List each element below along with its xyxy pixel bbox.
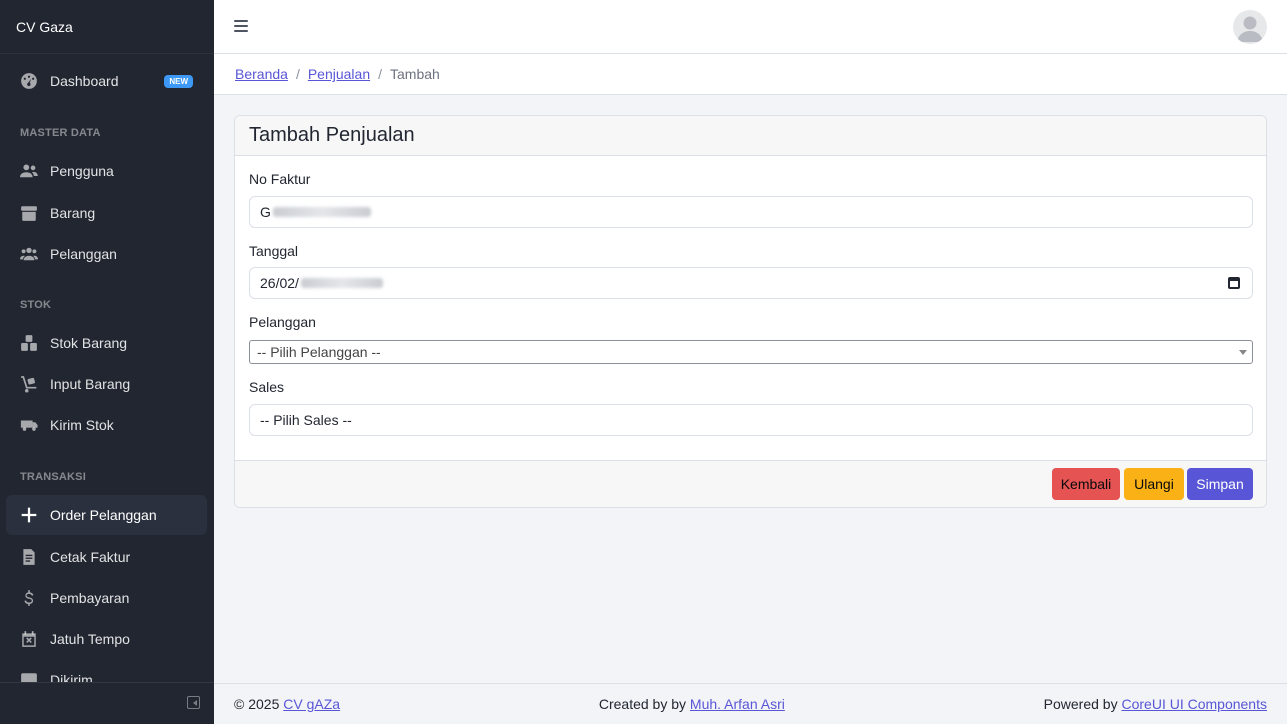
dollar-icon xyxy=(20,589,38,607)
sidebar-item-label: Kirim Stok xyxy=(50,417,114,433)
no-faktur-input[interactable]: G xyxy=(249,196,1253,228)
sidebar-item-label: Input Barang xyxy=(50,376,131,392)
box-icon xyxy=(20,204,38,222)
nav-title-master-data: MASTER DATA xyxy=(20,127,101,139)
sidebar-item-label: Pengguna xyxy=(50,163,114,179)
copyright-text: © 2025 xyxy=(234,696,280,712)
sidebar-item-label: Pembayaran xyxy=(50,590,130,606)
breadcrumb-parent-link[interactable]: Penjualan xyxy=(308,66,370,82)
kembali-button[interactable]: Kembali xyxy=(1052,468,1120,500)
sidebar-brand[interactable]: CV Gaza xyxy=(0,0,214,54)
plus-icon xyxy=(20,506,38,524)
coreui-link[interactable]: CoreUI UI Components xyxy=(1121,696,1267,712)
sidebar-toggler-icon[interactable] xyxy=(187,696,200,709)
van-icon xyxy=(20,416,38,434)
breadcrumb-current: Tambah xyxy=(390,66,440,82)
pelanggan-select[interactable]: -- Pilih Pelanggan -- xyxy=(249,340,1253,364)
sidebar-item-label: Order Pelanggan xyxy=(50,507,157,523)
sidebar-item-label: Stok Barang xyxy=(50,335,128,351)
nav-title-stok: STOK xyxy=(20,299,52,311)
speedometer-icon xyxy=(20,72,38,90)
form-card: Tambah Penjualan No Faktur G Tanggal 26/… xyxy=(234,115,1267,508)
avatar[interactable] xyxy=(1233,10,1267,44)
sidebar-item-stok-barang[interactable]: Stok Barang xyxy=(6,323,207,363)
footer-copyright: © 2025 CV gAZa xyxy=(234,696,340,712)
sidebar-item-label: Cetak Faktur xyxy=(50,549,131,565)
breadcrumb: Beranda / Penjualan / Tambah xyxy=(214,54,1287,95)
sidebar-item-label: Pelanggan xyxy=(50,246,117,262)
tanggal-date-input[interactable]: 26/02/ xyxy=(249,267,1253,299)
boxes-icon xyxy=(20,334,38,352)
sidebar-item-jatuh-tempo[interactable]: Jatuh Tempo xyxy=(6,619,207,659)
invoice-icon xyxy=(20,548,38,566)
footer: © 2025 CV gAZa Created by by Muh. Arfan … xyxy=(214,683,1287,724)
sidebar-item-order-pelanggan[interactable]: Order Pelanggan xyxy=(6,495,207,535)
company-link[interactable]: CV gAZa xyxy=(283,696,340,712)
sidebar-footer xyxy=(0,682,214,724)
sidebar-item-pelanggan[interactable]: Pelanggan xyxy=(6,234,207,274)
sidebar-item-cetak-faktur[interactable]: Cetak Faktur xyxy=(6,537,207,577)
sidebar-item-input-barang[interactable]: Input Barang xyxy=(6,364,207,404)
simpan-button[interactable]: Simpan xyxy=(1187,468,1253,500)
nav-title-transaksi: TRANSAKSI xyxy=(20,471,86,483)
sales-select[interactable]: -- Pilih Sales -- xyxy=(249,404,1253,436)
hamburger-menu-icon[interactable] xyxy=(234,20,248,34)
new-badge: NEW xyxy=(164,74,193,88)
footer-credit: Created by by Muh. Arfan Asri xyxy=(599,696,785,712)
page-title: Tambah Penjualan xyxy=(235,116,1266,156)
pelanggan-label: Pelanggan xyxy=(249,314,316,330)
powered-by-text: Powered by xyxy=(1043,696,1118,712)
card-footer: Kembali Ulangi Simpan xyxy=(235,460,1266,507)
no-faktur-value: G xyxy=(260,204,271,220)
tanggal-value: 26/02/ xyxy=(260,275,299,291)
sidebar-item-pembayaran[interactable]: Pembayaran xyxy=(6,578,207,618)
sidebar-item-barang[interactable]: Barang xyxy=(6,193,207,233)
header xyxy=(214,0,1287,54)
redacted-text xyxy=(300,278,383,288)
breadcrumb-home-link[interactable]: Beranda xyxy=(235,66,288,82)
user-avatar-icon xyxy=(1237,16,1263,42)
created-by-text: Created by by xyxy=(598,696,687,712)
pelanggan-selected-value: -- Pilih Pelanggan -- xyxy=(257,344,381,360)
redacted-text xyxy=(272,207,371,217)
sidebar-item-pengguna[interactable]: Pengguna xyxy=(6,151,207,191)
author-link[interactable]: Muh. Arfan Asri xyxy=(690,696,785,712)
sales-label: Sales xyxy=(249,379,285,395)
sidebar: CV Gaza Dashboard NEW MASTER DATA Penggu… xyxy=(0,0,214,724)
sidebar-item-dashboard[interactable]: Dashboard NEW xyxy=(6,61,207,101)
sidebar-item-label: Dashboard xyxy=(50,73,119,89)
users-icon xyxy=(20,162,38,180)
calendar-x-icon xyxy=(20,630,38,648)
breadcrumb-separator: / xyxy=(295,66,300,82)
no-faktur-label: No Faktur xyxy=(249,171,311,187)
sidebar-item-kirim-stok[interactable]: Kirim Stok xyxy=(6,405,207,445)
sidebar-item-label: Barang xyxy=(50,205,96,221)
tanggal-label: Tanggal xyxy=(249,243,299,259)
sales-selected-value: -- Pilih Sales -- xyxy=(260,412,352,428)
breadcrumb-separator: / xyxy=(378,66,382,82)
dolly-icon xyxy=(20,375,38,393)
calendar-icon[interactable] xyxy=(1228,277,1240,289)
footer-powered: Powered by CoreUI UI Components xyxy=(1044,696,1267,712)
ulangi-button[interactable]: Ulangi xyxy=(1124,468,1184,500)
sidebar-item-label: Jatuh Tempo xyxy=(50,631,130,647)
people-icon xyxy=(20,245,38,263)
chevron-down-icon xyxy=(1239,350,1247,355)
